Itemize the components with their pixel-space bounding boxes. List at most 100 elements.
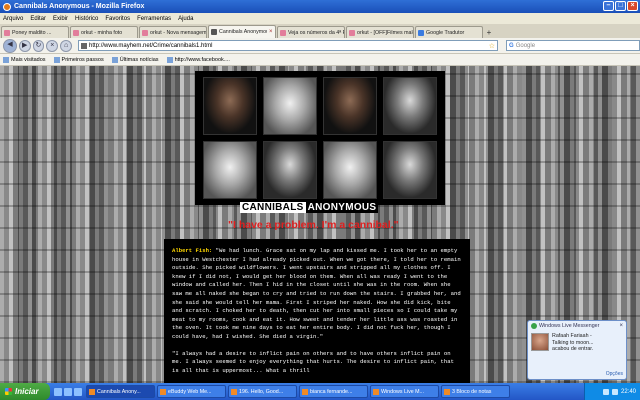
browser-icon[interactable] (64, 387, 72, 396)
tab-orkut-mensagem[interactable]: orkut - Nova mensagem (139, 26, 207, 38)
tab-cannibals[interactable]: Cannibals Anonymous × (208, 25, 276, 38)
bookmark-label: Mais visitados (11, 56, 46, 63)
network-icon[interactable] (602, 388, 609, 395)
google-translate-icon (418, 29, 424, 36)
reload-button[interactable]: ↻ (32, 39, 45, 52)
tab-veja[interactable]: Veja os números da 4ª P... (277, 26, 345, 38)
page-favicon-icon (211, 29, 217, 35)
maximize-button[interactable]: □ (615, 1, 626, 11)
tab-label: Cannibals Anonymous (219, 29, 267, 35)
task-label: eBuddy Web Me... (168, 388, 212, 395)
url-bar[interactable]: http://www.mayhem.net/Crime/cannibals1.h… (78, 40, 499, 51)
task-label: Cannibals Anony... (97, 388, 141, 395)
menu-ajuda[interactable]: Ajuda (178, 16, 193, 22)
task-notepad[interactable]: 3 Bloco de notas (441, 385, 510, 398)
back-button[interactable]: ◀ (3, 38, 17, 53)
start-label: Iniciar (15, 387, 39, 396)
task-firefox[interactable]: Cannibals Anony... (86, 385, 155, 398)
task-label: 196. Hello, Good... (239, 388, 284, 395)
mugshot-photo (383, 77, 437, 135)
quote-text: "We had lunch. Grace sat on my lap and k… (172, 247, 461, 340)
task-ebuddy[interactable]: eBuddy Web Me... (157, 385, 226, 398)
search-input[interactable]: G Google (506, 40, 640, 51)
media-player-icon (231, 388, 237, 395)
bookmark-primeiros-passos[interactable]: Primeiros passos (53, 56, 104, 63)
task-hello-goodbye[interactable]: 196. Hello, Good... (228, 385, 297, 398)
mugshot-photo (203, 141, 257, 199)
menu-exibir[interactable]: Exibir (53, 16, 68, 22)
taskbar: Iniciar Cannibals Anony... eBuddy Web Me… (0, 383, 640, 400)
messenger-notification[interactable]: Windows Live Messenger × Rafaah Fariaah … (527, 320, 627, 380)
google-icon: G (509, 42, 514, 49)
news-icon (280, 29, 286, 36)
mugshot-photo (323, 141, 377, 199)
orkut-icon (349, 29, 355, 36)
notification-header: Windows Live Messenger × (528, 321, 626, 331)
clock: 22:40 (620, 388, 636, 395)
new-tab-button[interactable]: + (484, 28, 494, 38)
window-title: Cannibals Anonymous - Mozilla Firefox (14, 3, 145, 10)
close-button[interactable]: × (627, 1, 638, 11)
tab-label: orkut - minha foto (81, 29, 123, 36)
menu-ferramentas[interactable]: Ferramentas (137, 16, 171, 22)
volume-icon[interactable] (611, 388, 618, 395)
bookmark-label: Últimas notícias (119, 56, 159, 63)
menu-arquivo[interactable]: Arquivo (3, 16, 23, 22)
desktop-icon[interactable] (54, 387, 62, 396)
tab-label: Veja os números da 4ª P... (288, 29, 344, 36)
bookmark-facebook[interactable]: http://www.facebook.... (166, 56, 230, 63)
mugshot-photo (263, 141, 317, 199)
tab-orkut-filmes[interactable]: orkut - [OFF]Filmes maldi... (346, 26, 414, 38)
mugshot-photo (323, 77, 377, 135)
tab-poney[interactable]: Poney maldito ... (1, 26, 69, 38)
tab-favicon-icon (4, 29, 10, 36)
stop-button[interactable]: × (46, 39, 59, 52)
mugshot-grid (195, 71, 445, 205)
title-left: CANNIBALS (240, 202, 306, 213)
site-favicon-icon (81, 42, 88, 49)
task-label: bianca fernande... (310, 388, 353, 395)
notification-app: Windows Live Messenger (539, 323, 600, 329)
forward-button[interactable]: ▶ (18, 39, 31, 52)
bookmark-mais-visitados[interactable]: Mais visitados (3, 56, 46, 63)
bookmark-star-icon[interactable]: ☆ (489, 42, 497, 50)
menu-historico[interactable]: Histórico (75, 16, 98, 22)
notepad-icon (444, 388, 450, 395)
bookmark-icon (166, 56, 173, 63)
orkut-icon (73, 29, 79, 36)
minimize-button[interactable]: – (603, 1, 614, 11)
close-tab-icon[interactable]: × (269, 29, 275, 35)
task-bianca[interactable]: bianca fernande... (299, 385, 368, 398)
navigation-bar: ◀ ▶ ↻ × ⌂ http://www.mayhem.net/Crime/ca… (0, 38, 640, 54)
paragraph-2: "I always had a desire to inflict pain o… (172, 349, 454, 374)
menu-favoritos[interactable]: Favoritos (105, 16, 130, 22)
ebuddy-icon (160, 388, 166, 395)
notification-line: Rafaah Fariaah - (552, 333, 592, 339)
avatar (531, 333, 549, 351)
quick-launch (50, 387, 86, 396)
bookmark-label: Primeiros passos (61, 56, 104, 63)
menu-editar[interactable]: Editar (30, 16, 46, 22)
media-icon[interactable] (74, 387, 82, 396)
tab-label: Google Tradutor (426, 29, 465, 36)
messenger-icon (373, 388, 379, 395)
task-label: 3 Bloco de notas (452, 388, 492, 395)
speaker-name: Albert Fish: (172, 247, 213, 254)
task-label: Windows Live M... (381, 388, 424, 395)
tab-bar: Poney maldito ... orkut - minha foto ork… (0, 24, 640, 38)
orkut-icon (142, 29, 148, 36)
home-button[interactable]: ⌂ (60, 39, 73, 52)
search-placeholder: Google (515, 42, 536, 49)
notification-line: acabou de entrar. (552, 346, 594, 352)
bookmark-icon (3, 56, 9, 63)
start-button[interactable]: Iniciar (0, 383, 50, 400)
bookmark-ultimas-noticias[interactable]: Últimas notícias (111, 56, 159, 63)
task-windows-live[interactable]: Windows Live M... (370, 385, 439, 398)
mugshot-photo (263, 77, 317, 135)
tab-orkut-foto[interactable]: orkut - minha foto (70, 26, 138, 38)
page-title: CANNIBALS ANONYMOUS (240, 202, 379, 213)
tab-google-tradutor[interactable]: Google Tradutor (415, 26, 483, 38)
close-icon[interactable]: × (619, 323, 623, 329)
options-link[interactable]: Opções (606, 371, 623, 377)
menu-bar: Arquivo Editar Exibir Histórico Favorito… (0, 13, 640, 24)
